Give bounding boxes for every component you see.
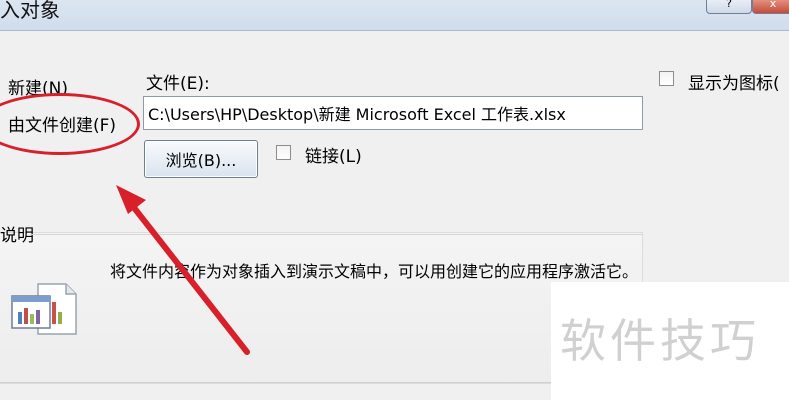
close-button[interactable]: x — [752, 0, 789, 14]
watermark-text: 软件技巧 — [560, 314, 760, 368]
description-text: 将文件内容作为对象插入到演示文稿中，可以用创建它的应用程序激活它。 — [110, 262, 639, 281]
browse-button[interactable]: 浏览(B)... — [144, 140, 258, 178]
link-checkbox[interactable] — [276, 145, 291, 160]
help-button[interactable]: ? — [706, 0, 752, 14]
document-chart-icon — [11, 283, 77, 335]
link-label: 链接(L) — [305, 147, 362, 167]
description-panel — [0, 232, 643, 384]
display-as-icon-label: 显示为图标( — [688, 74, 780, 94]
file-path-input[interactable] — [143, 96, 643, 130]
display-as-icon-checkbox[interactable] — [659, 71, 674, 86]
highlight-ellipse-annotation — [0, 93, 140, 155]
dialog-title: 入对象 — [0, 0, 60, 22]
file-label: 文件(E): — [146, 74, 210, 94]
description-divider — [30, 234, 642, 235]
description-caption: 说明 — [0, 226, 34, 246]
bottom-divider — [0, 382, 642, 383]
title-bar: 入对象 ? x — [0, 0, 789, 31]
